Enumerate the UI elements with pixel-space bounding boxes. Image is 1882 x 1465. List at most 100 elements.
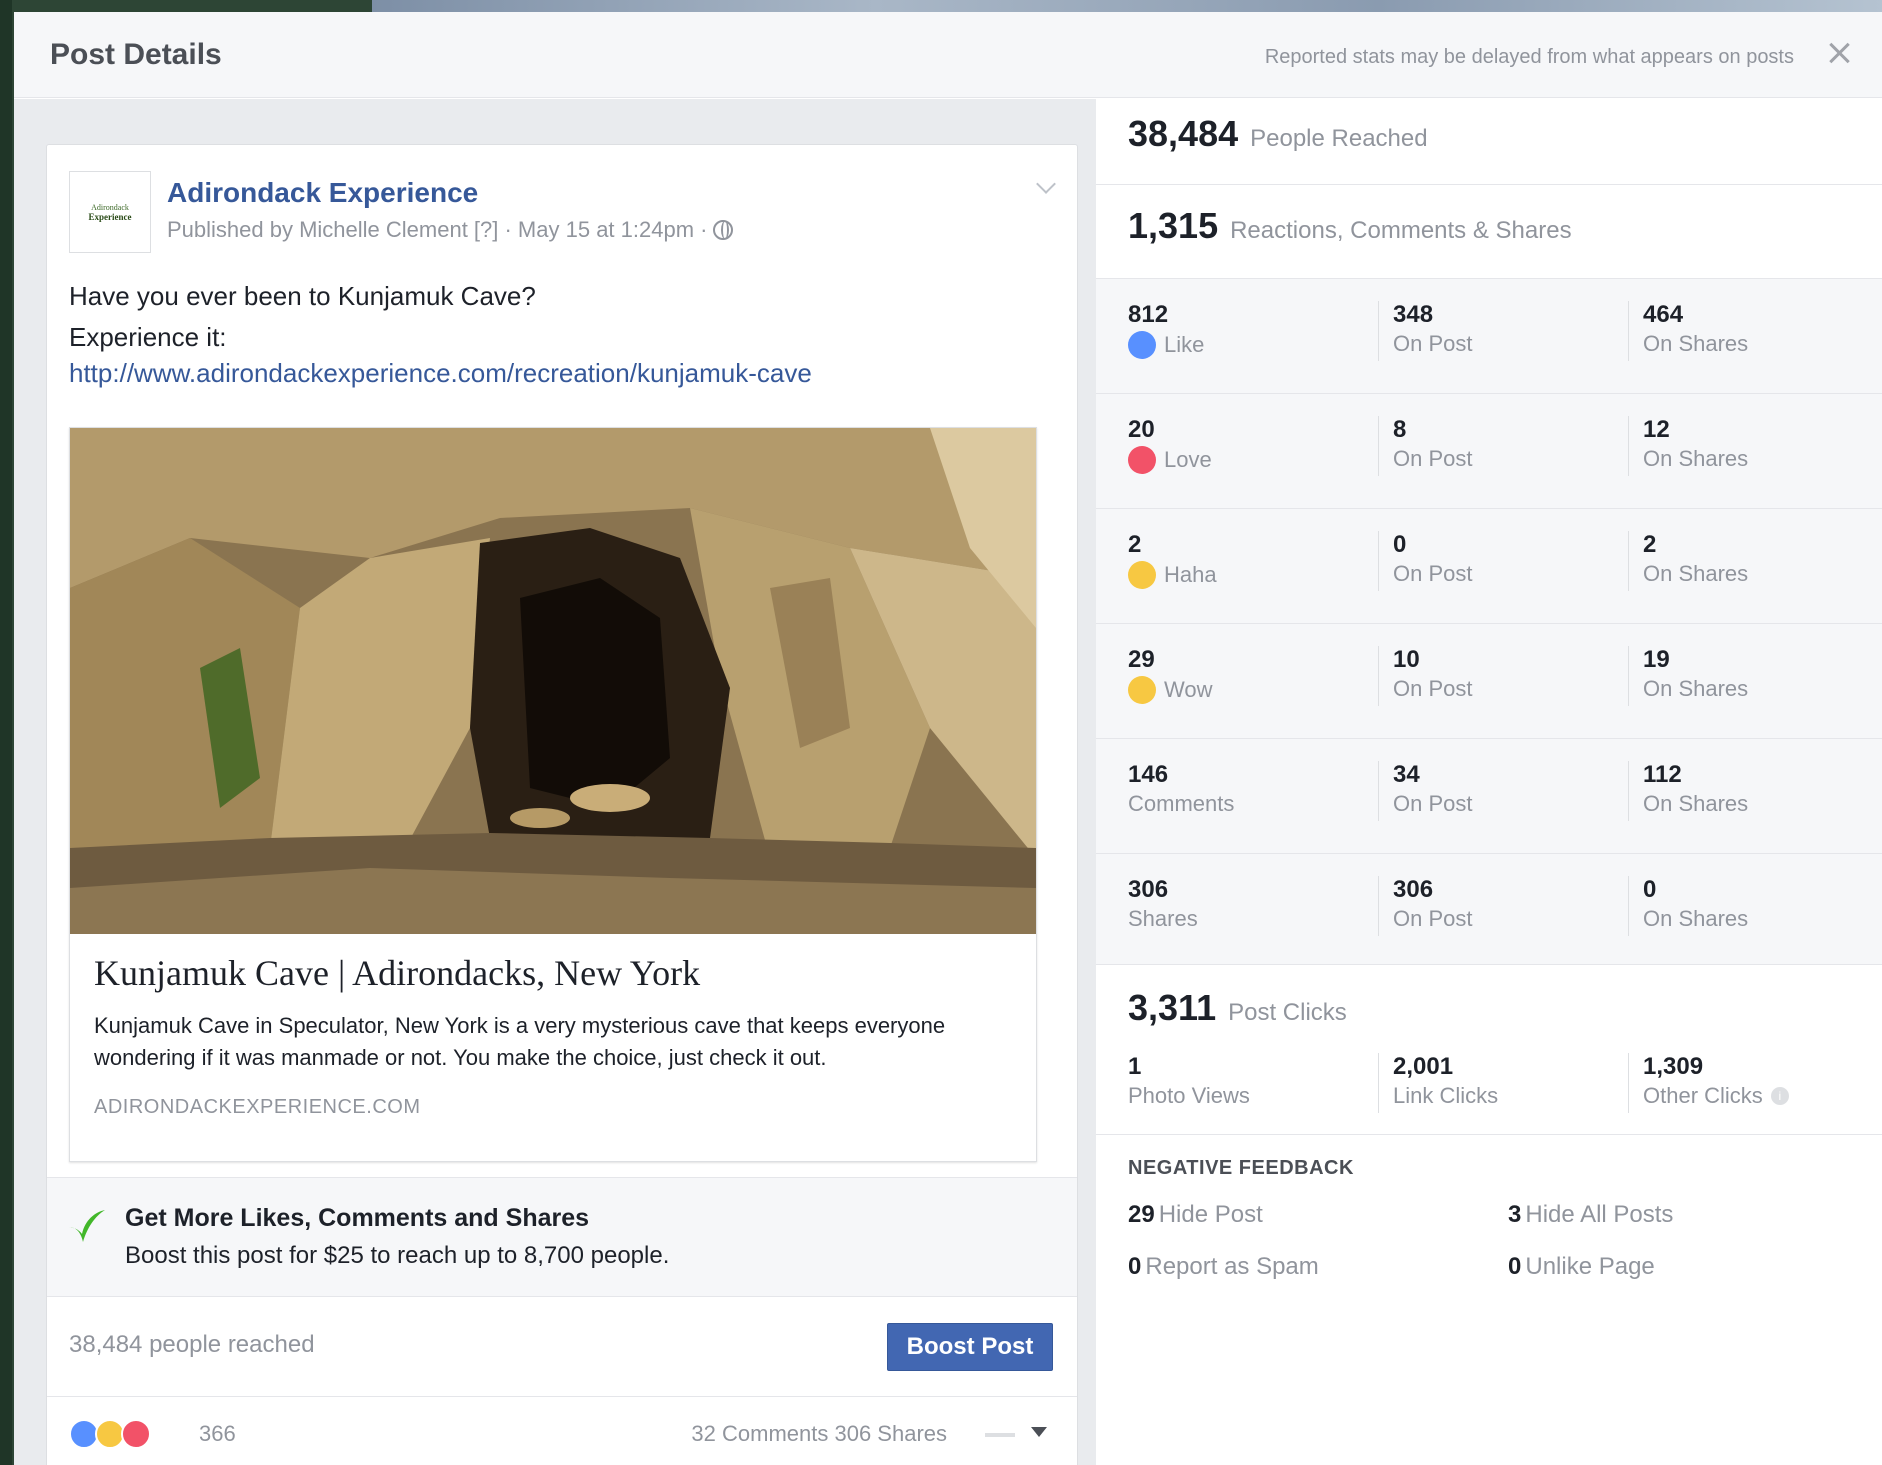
photo-views-number: 1 [1128, 1053, 1142, 1080]
comments-on-post-number: 34 [1393, 761, 1420, 788]
love-on-post-number: 8 [1393, 416, 1407, 443]
other-clicks: 1,309 Other Clicks i [1628, 1053, 1789, 1113]
post-meta: Published by Michelle Clement [?] · May … [167, 217, 734, 243]
like-on-shares: 464 On Shares [1628, 301, 1748, 361]
stat-row-like: 812 Like 348 On Post 464 On Shares [1096, 279, 1882, 394]
post-clicks-header: 3,311 Post Clicks [1128, 987, 1347, 1029]
shares-on-shares-label: On Shares [1643, 906, 1749, 931]
reaction-count[interactable]: 366 [199, 1421, 236, 1447]
engagement-number: 1,315 [1128, 205, 1219, 246]
shares-on-post-label: On Post [1393, 906, 1473, 931]
post-clicks-number: 3,311 [1128, 987, 1217, 1028]
like-icon [1128, 331, 1156, 359]
like-total: 812 Like [1128, 301, 1204, 361]
people-reached-number: 38,484 [1128, 113, 1239, 154]
logo-text-top: Adirondack [91, 202, 129, 212]
wow-icon [1128, 676, 1156, 704]
unlike-label: Unlike Page [1525, 1253, 1655, 1280]
comments-shares-count[interactable]: 32 Comments 306 Shares [691, 1421, 947, 1447]
boost-text: Boost this post for $25 to reach up to 8… [125, 1242, 670, 1269]
haha-on-shares-number: 2 [1643, 531, 1657, 558]
comments-on-shares: 112 On Shares [1628, 761, 1748, 821]
delay-note: Reported stats may be delayed from what … [1264, 46, 1794, 68]
background-edge [0, 0, 12, 1465]
love-on-shares-label: On Shares [1643, 446, 1749, 471]
page-name-link[interactable]: Adirondack Experience [167, 177, 478, 209]
like-on-post-number: 348 [1393, 301, 1434, 328]
link-clicks-label: Link Clicks [1393, 1083, 1499, 1108]
page-avatar[interactable]: Adirondack Experience [69, 171, 151, 253]
modal-title: Post Details [50, 38, 222, 71]
negative-feedback-title: NEGATIVE FEEDBACK [1128, 1157, 1354, 1179]
like-on-shares-label: On Shares [1643, 331, 1749, 356]
people-reached-label: People Reached [1250, 125, 1428, 152]
love-label-text: Love [1164, 447, 1212, 472]
post-line-2: Experience it: [69, 322, 227, 352]
haha-on-post-label: On Post [1393, 561, 1473, 586]
boost-banner: Get More Likes, Comments and Shares Boos… [47, 1177, 1077, 1297]
post-clicks-label: Post Clicks [1228, 999, 1347, 1026]
other-clicks-label-text: Other Clicks [1643, 1083, 1763, 1108]
unlike-page-stat: 0 Unlike Page [1508, 1253, 1655, 1281]
comments-on-post: 34 On Post [1378, 761, 1472, 821]
wow-on-post-label: On Post [1393, 676, 1473, 701]
haha-on-shares: 2 On Shares [1628, 531, 1748, 591]
stats-column: 38,484 People Reached 1,315 Reactions, C… [1096, 99, 1882, 1465]
avatar-placeholder [985, 1433, 1015, 1437]
hide-post-label: Hide Post [1158, 1201, 1263, 1228]
wow-on-post: 10 On Post [1378, 646, 1472, 706]
globe-icon [713, 220, 734, 240]
hide-post-stat: 29 Hide Post [1128, 1201, 1263, 1229]
haha-label: Haha [1128, 561, 1217, 589]
reaction-icons[interactable] [69, 1419, 151, 1449]
stat-row-shares: 306 Shares 306 On Post 0 On Shares [1096, 854, 1882, 969]
haha-on-shares-label: On Shares [1643, 561, 1749, 586]
haha-total-number: 2 [1128, 531, 1142, 558]
modal-header: Post Details Reported stats may be delay… [14, 12, 1882, 98]
caret-down-icon[interactable] [1031, 1427, 1047, 1437]
post-message: Have you ever been to Kunjamuk Cave? Exp… [69, 275, 1049, 389]
link-preview-card[interactable]: Kunjamuk Cave | Adirondacks, New York Ku… [69, 427, 1037, 1162]
wow-on-shares-label: On Shares [1643, 676, 1749, 701]
spam-number: 0 [1128, 1253, 1142, 1280]
comments-on-post-label: On Post [1393, 791, 1473, 816]
link-clicks: 2,001 Link Clicks [1378, 1053, 1498, 1113]
post-line-1: Have you ever been to Kunjamuk Cave? [69, 281, 536, 311]
cave-photo[interactable] [70, 428, 1036, 934]
haha-icon [1128, 561, 1156, 589]
like-label-text: Like [1164, 332, 1205, 357]
preview-title[interactable]: Kunjamuk Cave | Adirondacks, New York [94, 952, 1014, 994]
leaf-icon [69, 1210, 105, 1242]
wow-on-shares-number: 19 [1643, 646, 1670, 673]
like-total-number: 812 [1128, 301, 1169, 328]
like-on-shares-number: 464 [1643, 301, 1684, 328]
preview-domain: ADIRONDACKEXPERIENCE.COM [94, 1096, 421, 1118]
post-details-modal: Post Details Reported stats may be delay… [14, 12, 1882, 1465]
info-icon[interactable]: i [1770, 1087, 1789, 1105]
wow-label: Wow [1128, 676, 1213, 704]
preview-description: Kunjamuk Cave in Speculator, New York is… [94, 1013, 946, 1070]
love-on-post: 8 On Post [1378, 416, 1472, 476]
shares-on-post-number: 306 [1393, 876, 1434, 903]
people-reached-text: 38,484 people reached [69, 1331, 315, 1358]
chevron-down-icon[interactable] [1036, 174, 1056, 194]
love-on-post-label: On Post [1393, 446, 1473, 471]
haha-total: 2 Haha [1128, 531, 1217, 591]
stat-row-comments: 146 Comments 34 On Post 112 On Shares [1096, 739, 1882, 854]
wow-on-post-number: 10 [1393, 646, 1420, 673]
comments-label: Comments [1128, 791, 1235, 816]
post-card: Adirondack Experience Adirondack Experie… [46, 144, 1078, 1465]
comments-on-shares-label: On Shares [1643, 791, 1749, 816]
other-clicks-label: Other Clicks i [1643, 1083, 1789, 1109]
close-icon[interactable] [1824, 38, 1854, 68]
photo-views: 1 Photo Views [1128, 1053, 1250, 1113]
boost-post-button[interactable]: Boost Post [887, 1323, 1053, 1371]
report-spam-stat: 0 Report as Spam [1128, 1253, 1319, 1281]
shares-on-shares-number: 0 [1643, 876, 1657, 903]
love-on-shares-number: 12 [1643, 416, 1670, 443]
shares-on-post: 306 On Post [1378, 876, 1472, 936]
love-total: 20 Love [1128, 416, 1212, 476]
post-url-link[interactable]: http://www.adirondackexperience.com/recr… [69, 357, 1049, 389]
shares-total-number: 306 [1128, 876, 1169, 903]
post-meta-text: Published by Michelle Clement [?] · May … [167, 217, 708, 242]
